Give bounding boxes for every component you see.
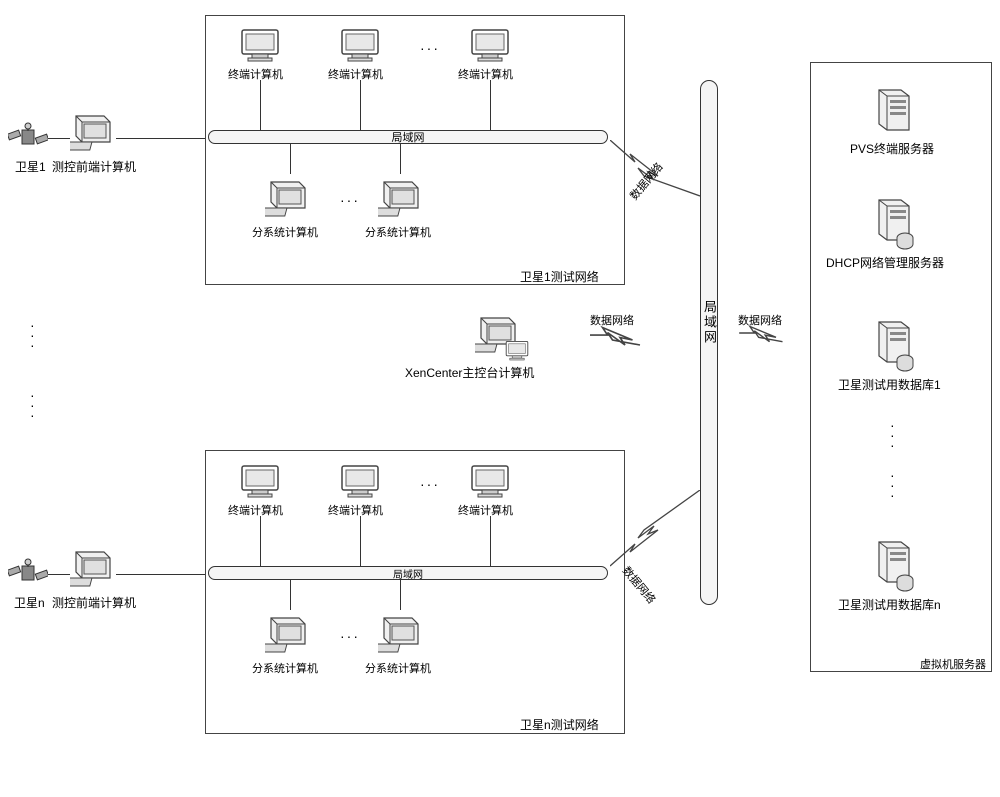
sat-1-test-network-title: 卫星1测试网络	[520, 268, 599, 285]
subsystem-computer-icon	[378, 614, 424, 661]
xen-center-mini-monitor-icon	[505, 340, 529, 365]
ellipsis: ···	[420, 40, 440, 56]
subsystem-computer-icon	[265, 614, 311, 661]
satellite-icon	[8, 556, 48, 595]
lan-label: 局域网	[393, 566, 423, 581]
terminal-computer-label: 终端计算机	[458, 66, 513, 82]
connector-line	[290, 580, 291, 610]
connector-line	[360, 516, 361, 566]
db-server-icon	[873, 540, 915, 595]
ellipsis-vertical: ···	[890, 470, 895, 500]
ellipsis-vertical: ···	[30, 320, 35, 350]
connector-line	[490, 516, 491, 566]
pvs-server-icon	[873, 88, 915, 139]
connector-line	[360, 80, 361, 130]
satellite-n-label: 卫星n	[14, 594, 45, 611]
ellipsis: ···	[420, 476, 440, 492]
connector-line	[116, 574, 208, 575]
terminal-computer-label: 终端计算机	[328, 66, 383, 82]
dhcp-server-label: DHCP网络管理服务器	[826, 254, 944, 271]
connector-line	[260, 516, 261, 566]
connector-line	[48, 574, 70, 575]
subsystem-computer-label: 分系统计算机	[252, 224, 318, 240]
central-lan-label: 局域网	[700, 300, 719, 345]
data-network-label: 数据网络	[738, 312, 782, 328]
terminal-computer-label: 终端计算机	[458, 502, 513, 518]
ellipsis: ···	[340, 628, 360, 644]
lan-bar-1: 局域网	[208, 130, 608, 144]
subsystem-computer-label: 分系统计算机	[365, 224, 431, 240]
satellite-icon	[8, 120, 48, 159]
connector-line	[490, 80, 491, 130]
ellipsis-vertical: ···	[30, 390, 35, 420]
terminal-computer-label: 终端计算机	[228, 502, 283, 518]
lan-bar-n: 局域网	[208, 566, 608, 580]
lan-label: 局域网	[392, 129, 425, 145]
db-1-label: 卫星测试用数据库1	[838, 376, 941, 393]
ellipsis-vertical: ···	[890, 420, 895, 450]
vm-server-box-title: 虚拟机服务器	[920, 656, 986, 672]
terminal-computer-icon	[240, 28, 280, 67]
sat-n-test-network-title: 卫星n测试网络	[520, 716, 599, 733]
subsystem-computer-icon	[265, 178, 311, 225]
tc-computer-icon	[70, 112, 116, 159]
zigzag-connector	[610, 490, 700, 573]
terminal-computer-label: 终端计算机	[228, 66, 283, 82]
subsystem-computer-label: 分系统计算机	[252, 660, 318, 676]
db-server-icon	[873, 320, 915, 375]
connector-line	[290, 144, 291, 174]
connector-line	[260, 80, 261, 130]
ellipsis: ···	[340, 192, 360, 208]
subsystem-computer-icon	[378, 178, 424, 225]
connector-line	[116, 138, 208, 139]
terminal-computer-label: 终端计算机	[328, 502, 383, 518]
connector-line	[48, 138, 70, 139]
terminal-computer-icon	[470, 464, 510, 503]
tc-computer-n-label: 测控前端计算机	[52, 594, 136, 611]
connector-line	[400, 580, 401, 610]
terminal-computer-icon	[240, 464, 280, 503]
terminal-computer-icon	[340, 28, 380, 67]
terminal-computer-icon	[340, 464, 380, 503]
subsystem-computer-label: 分系统计算机	[365, 660, 431, 676]
satellite-1-label: 卫星1	[15, 158, 46, 175]
tc-computer-icon	[70, 548, 116, 595]
data-network-label: 数据网络	[590, 312, 634, 328]
pvs-server-label: PVS终端服务器	[850, 140, 934, 157]
terminal-computer-icon	[470, 28, 510, 67]
db-n-label: 卫星测试用数据库n	[838, 596, 941, 613]
connector-line	[400, 144, 401, 174]
xen-center-label: XenCenter主控台计算机	[405, 364, 534, 381]
dhcp-server-icon	[873, 198, 915, 253]
tc-computer-1-label: 测控前端计算机	[52, 158, 136, 175]
